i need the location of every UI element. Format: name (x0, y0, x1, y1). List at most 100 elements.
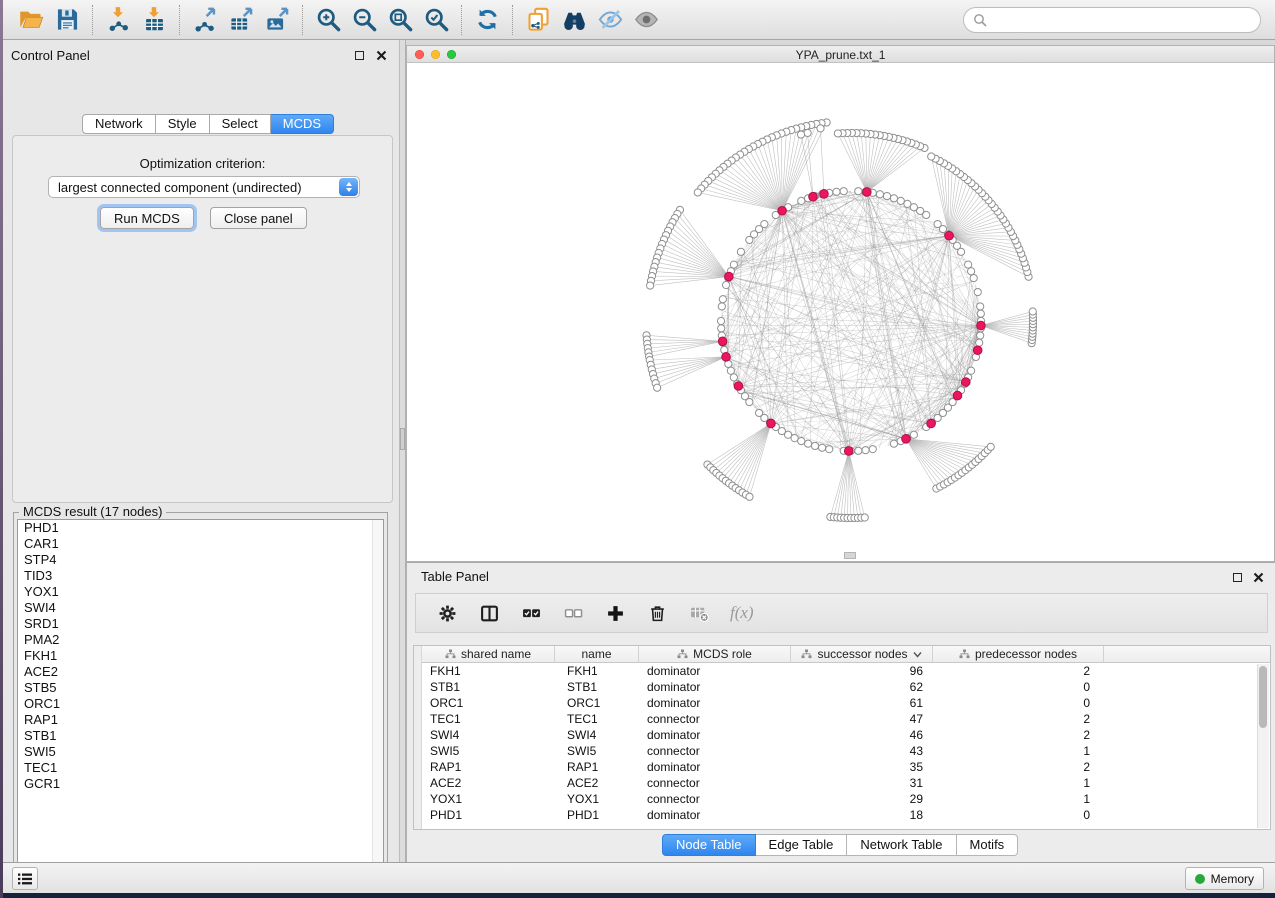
graph-hub-node[interactable] (863, 188, 872, 197)
tab-select[interactable]: Select (210, 114, 271, 134)
graph-node[interactable] (730, 261, 737, 268)
graph-node[interactable] (717, 317, 724, 324)
graph-node[interactable] (798, 197, 805, 204)
graph-node[interactable] (862, 447, 869, 454)
table-row[interactable]: SWI4SWI4dominator462 (422, 727, 1270, 743)
graph-hub-node[interactable] (927, 419, 936, 428)
export-network-button[interactable] (187, 3, 223, 37)
tab-node-table[interactable]: Node Table (662, 834, 756, 856)
export-table-button[interactable] (223, 3, 259, 37)
graph-node[interactable] (826, 446, 833, 453)
mcds-result-list[interactable]: PHD1CAR1STP4TID3YOX1SWI4SRD1PMA2FKH1ACE2… (17, 519, 384, 874)
graph-node[interactable] (977, 310, 984, 317)
graph-hub-node[interactable] (973, 346, 982, 355)
show-columns-button[interactable] (476, 600, 502, 626)
graph-node[interactable] (965, 261, 972, 268)
table-row[interactable]: ORC1ORC1dominator610 (422, 695, 1270, 711)
graph-node[interactable] (974, 288, 981, 295)
table-row[interactable]: SWI5SWI5connector431 (422, 743, 1270, 759)
zoom-out-button[interactable] (346, 3, 382, 37)
graph-hub-node[interactable] (809, 192, 818, 201)
table-row[interactable]: RAP1RAP1dominator352 (422, 759, 1270, 775)
table-scrollbar[interactable] (1257, 664, 1269, 828)
graph-node[interactable] (746, 493, 753, 500)
float-table-panel-button[interactable] (1229, 569, 1245, 585)
column-header-mcds-role[interactable]: MCDS role (639, 646, 791, 663)
graph-node[interactable] (818, 444, 825, 451)
graph-node[interactable] (910, 431, 917, 438)
graph-node[interactable] (890, 440, 897, 447)
result-node[interactable]: SWI4 (18, 600, 383, 616)
graph-node[interactable] (791, 435, 798, 442)
graph-node[interactable] (719, 296, 726, 303)
graph-node[interactable] (970, 274, 977, 281)
graph-node[interactable] (897, 197, 904, 204)
graph-node[interactable] (904, 200, 911, 207)
graph-node[interactable] (727, 367, 734, 374)
deselect-all-button[interactable] (560, 600, 586, 626)
zoom-window-button[interactable] (447, 50, 456, 59)
graph-node[interactable] (694, 189, 701, 196)
table-row[interactable]: YOX1YOX1connector291 (422, 791, 1270, 807)
graph-node[interactable] (890, 195, 897, 202)
result-node[interactable]: STP4 (18, 552, 383, 568)
zoom-fit-button[interactable] (382, 3, 418, 37)
graph-node[interactable] (798, 438, 805, 445)
import-network-button[interactable] (100, 3, 136, 37)
graph-node[interactable] (1029, 308, 1036, 315)
column-header-name[interactable]: name (555, 646, 639, 663)
tab-motifs[interactable]: Motifs (957, 834, 1019, 856)
graph-node[interactable] (876, 191, 883, 198)
scrollbar-thumb[interactable] (1259, 666, 1267, 728)
delete-column-button[interactable] (644, 600, 670, 626)
result-node[interactable]: FKH1 (18, 648, 383, 664)
graph-node[interactable] (883, 192, 890, 199)
graph-hub-node[interactable] (977, 321, 986, 330)
graph-hub-node[interactable] (725, 272, 734, 281)
graph-node[interactable] (977, 303, 984, 310)
graph-node[interactable] (817, 125, 824, 132)
column-settings-button[interactable] (434, 600, 460, 626)
horizontal-splitter-grip[interactable] (844, 552, 856, 559)
graph-node[interactable] (840, 188, 847, 195)
graph-node[interactable] (718, 303, 725, 310)
table-row[interactable]: FKH1FKH1dominator962 (422, 663, 1270, 679)
graph-node[interactable] (834, 130, 841, 137)
graph-hub-node[interactable] (767, 419, 776, 428)
first-neighbors-button[interactable] (556, 3, 592, 37)
graph-node[interactable] (746, 398, 753, 405)
close-panel-button[interactable] (373, 47, 389, 63)
select-all-button[interactable] (518, 600, 544, 626)
optimization-select[interactable]: largest connected component (undirected) (48, 176, 360, 198)
close-table-panel-button[interactable] (1250, 569, 1266, 585)
column-header-successor-nodes[interactable]: successor nodes (791, 646, 933, 663)
zoom-in-button[interactable] (310, 3, 346, 37)
refresh-layout-button[interactable] (469, 3, 505, 37)
graph-hub-node[interactable] (961, 378, 970, 387)
save-session-button[interactable] (49, 3, 85, 37)
result-node[interactable]: PHD1 (18, 520, 383, 536)
graph-hub-node[interactable] (953, 391, 962, 400)
table-row[interactable]: PHD1PHD1dominator180 (422, 807, 1270, 823)
show-details-button[interactable] (628, 3, 664, 37)
graph-node[interactable] (804, 129, 811, 136)
tab-network-table[interactable]: Network Table (847, 834, 956, 856)
graph-node[interactable] (934, 220, 941, 227)
table-row[interactable]: TEC1TEC1connector472 (422, 711, 1270, 727)
graph-hub-node[interactable] (844, 447, 853, 456)
memory-button[interactable]: Memory (1185, 867, 1264, 890)
graph-node[interactable] (646, 282, 653, 289)
run-mcds-button[interactable]: Run MCDS (100, 207, 194, 229)
graph-node[interactable] (746, 236, 753, 243)
graph-node[interactable] (987, 443, 994, 450)
result-node[interactable]: STB5 (18, 680, 383, 696)
result-node[interactable]: STB1 (18, 728, 383, 744)
splitter-grip[interactable] (400, 428, 405, 450)
tab-mcds[interactable]: MCDS (271, 114, 334, 134)
zoom-selected-button[interactable] (418, 3, 454, 37)
result-node[interactable]: RAP1 (18, 712, 383, 728)
open-file-button[interactable] (13, 3, 49, 37)
tab-network[interactable]: Network (82, 114, 156, 134)
result-node[interactable]: ORC1 (18, 696, 383, 712)
graph-node[interactable] (833, 188, 840, 195)
